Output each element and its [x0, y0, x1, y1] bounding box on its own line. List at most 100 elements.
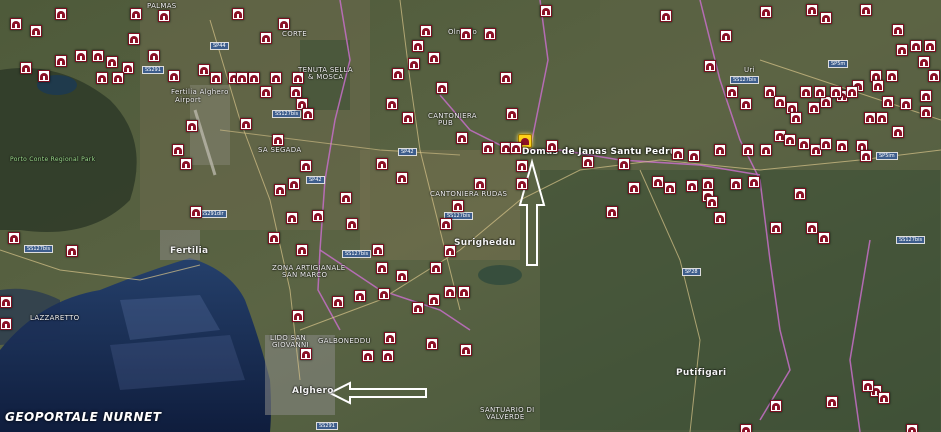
archaeological-site-icon[interactable] — [392, 68, 404, 80]
archaeological-site-icon[interactable] — [482, 142, 494, 154]
archaeological-site-icon[interactable] — [268, 232, 280, 244]
archaeological-site-icon[interactable] — [272, 134, 284, 146]
archaeological-site-icon[interactable] — [892, 24, 904, 36]
archaeological-site-icon[interactable] — [286, 212, 298, 224]
archaeological-site-icon[interactable] — [730, 178, 742, 190]
archaeological-site-icon[interactable] — [720, 30, 732, 42]
archaeological-site-icon[interactable] — [784, 134, 796, 146]
archaeological-site-icon[interactable] — [260, 32, 272, 44]
archaeological-site-icon[interactable] — [836, 140, 848, 152]
archaeological-site-icon[interactable] — [236, 72, 248, 84]
archaeological-site-icon[interactable] — [452, 200, 464, 212]
archaeological-site-icon[interactable] — [190, 206, 202, 218]
archaeological-site-icon[interactable] — [290, 86, 302, 98]
archaeological-site-icon[interactable] — [38, 70, 50, 82]
archaeological-site-icon[interactable] — [130, 8, 142, 20]
archaeological-site-icon[interactable] — [408, 58, 420, 70]
archaeological-site-icon[interactable] — [920, 106, 932, 118]
archaeological-site-icon[interactable] — [742, 144, 754, 156]
archaeological-site-icon[interactable] — [96, 72, 108, 84]
archaeological-site-icon[interactable] — [846, 86, 858, 98]
archaeological-site-icon[interactable] — [458, 286, 470, 298]
archaeological-site-icon[interactable] — [702, 178, 714, 190]
archaeological-site-icon[interactable] — [900, 98, 912, 110]
archaeological-site-icon[interactable] — [672, 148, 684, 160]
archaeological-site-icon[interactable] — [474, 178, 486, 190]
archaeological-site-icon[interactable] — [582, 156, 594, 168]
archaeological-site-icon[interactable] — [168, 70, 180, 82]
archaeological-site-icon[interactable] — [862, 380, 874, 392]
archaeological-site-icon[interactable] — [362, 350, 374, 362]
archaeological-site-icon[interactable] — [312, 210, 324, 222]
archaeological-site-icon[interactable] — [506, 108, 518, 120]
archaeological-site-icon[interactable] — [516, 160, 528, 172]
archaeological-site-icon[interactable] — [300, 160, 312, 172]
archaeological-site-icon[interactable] — [794, 188, 806, 200]
archaeological-site-icon[interactable] — [818, 232, 830, 244]
archaeological-site-icon[interactable] — [430, 262, 442, 274]
archaeological-site-icon[interactable] — [420, 25, 432, 37]
archaeological-site-icon[interactable] — [664, 182, 676, 194]
archaeological-site-icon[interactable] — [292, 310, 304, 322]
archaeological-site-icon[interactable] — [412, 40, 424, 52]
archaeological-site-icon[interactable] — [148, 50, 160, 62]
archaeological-site-icon[interactable] — [346, 218, 358, 230]
archaeological-site-icon[interactable] — [808, 102, 820, 114]
archaeological-site-icon[interactable] — [540, 5, 552, 17]
archaeological-site-icon[interactable] — [882, 96, 894, 108]
archaeological-site-icon[interactable] — [106, 56, 118, 68]
archaeological-site-icon[interactable] — [896, 44, 908, 56]
archaeological-site-icon[interactable] — [760, 6, 772, 18]
archaeological-site-icon[interactable] — [20, 62, 32, 74]
archaeological-site-icon[interactable] — [260, 86, 272, 98]
archaeological-site-icon[interactable] — [686, 180, 698, 192]
archaeological-site-icon[interactable] — [516, 178, 528, 190]
archaeological-site-icon[interactable] — [714, 144, 726, 156]
archaeological-site-icon[interactable] — [606, 206, 618, 218]
archaeological-site-icon[interactable] — [128, 33, 140, 45]
archaeological-site-icon[interactable] — [426, 338, 438, 350]
archaeological-site-icon[interactable] — [872, 80, 884, 92]
archaeological-site-icon[interactable] — [704, 60, 716, 72]
archaeological-site-icon[interactable] — [428, 294, 440, 306]
archaeological-site-icon[interactable] — [618, 158, 630, 170]
archaeological-site-icon[interactable] — [652, 176, 664, 188]
archaeological-site-icon[interactable] — [920, 90, 932, 102]
archaeological-site-icon[interactable] — [386, 98, 398, 110]
archaeological-site-icon[interactable] — [928, 70, 940, 82]
archaeological-site-icon[interactable] — [706, 196, 718, 208]
archaeological-site-icon[interactable] — [112, 72, 124, 84]
archaeological-site-icon[interactable] — [0, 318, 12, 330]
archaeological-site-icon[interactable] — [806, 222, 818, 234]
archaeological-site-icon[interactable] — [740, 424, 752, 432]
archaeological-site-icon[interactable] — [806, 4, 818, 16]
archaeological-site-icon[interactable] — [770, 222, 782, 234]
archaeological-site-icon[interactable] — [878, 392, 890, 404]
archaeological-site-icon[interactable] — [402, 112, 414, 124]
archaeological-site-icon[interactable] — [376, 158, 388, 170]
archaeological-site-icon[interactable] — [460, 28, 472, 40]
archaeological-site-icon[interactable] — [232, 8, 244, 20]
archaeological-site-icon[interactable] — [892, 126, 904, 138]
archaeological-site-icon[interactable] — [75, 50, 87, 62]
archaeological-site-icon[interactable] — [436, 82, 448, 94]
archaeological-site-icon[interactable] — [740, 98, 752, 110]
archaeological-site-icon[interactable] — [376, 262, 388, 274]
archaeological-site-icon[interactable] — [240, 118, 252, 130]
archaeological-site-icon[interactable] — [296, 244, 308, 256]
archaeological-site-icon[interactable] — [910, 40, 922, 52]
archaeological-site-icon[interactable] — [820, 138, 832, 150]
archaeological-site-icon[interactable] — [92, 50, 104, 62]
archaeological-site-icon[interactable] — [292, 72, 304, 84]
archaeological-site-icon[interactable] — [186, 120, 198, 132]
archaeological-site-icon[interactable] — [8, 232, 20, 244]
archaeological-site-icon[interactable] — [876, 112, 888, 124]
archaeological-site-icon[interactable] — [820, 12, 832, 24]
archaeological-site-icon[interactable] — [770, 400, 782, 412]
archaeological-site-icon[interactable] — [302, 108, 314, 120]
archaeological-site-icon[interactable] — [210, 72, 222, 84]
archaeological-site-icon[interactable] — [378, 288, 390, 300]
archaeological-site-icon[interactable] — [30, 25, 42, 37]
archaeological-site-icon[interactable] — [860, 150, 872, 162]
archaeological-site-icon[interactable] — [396, 270, 408, 282]
